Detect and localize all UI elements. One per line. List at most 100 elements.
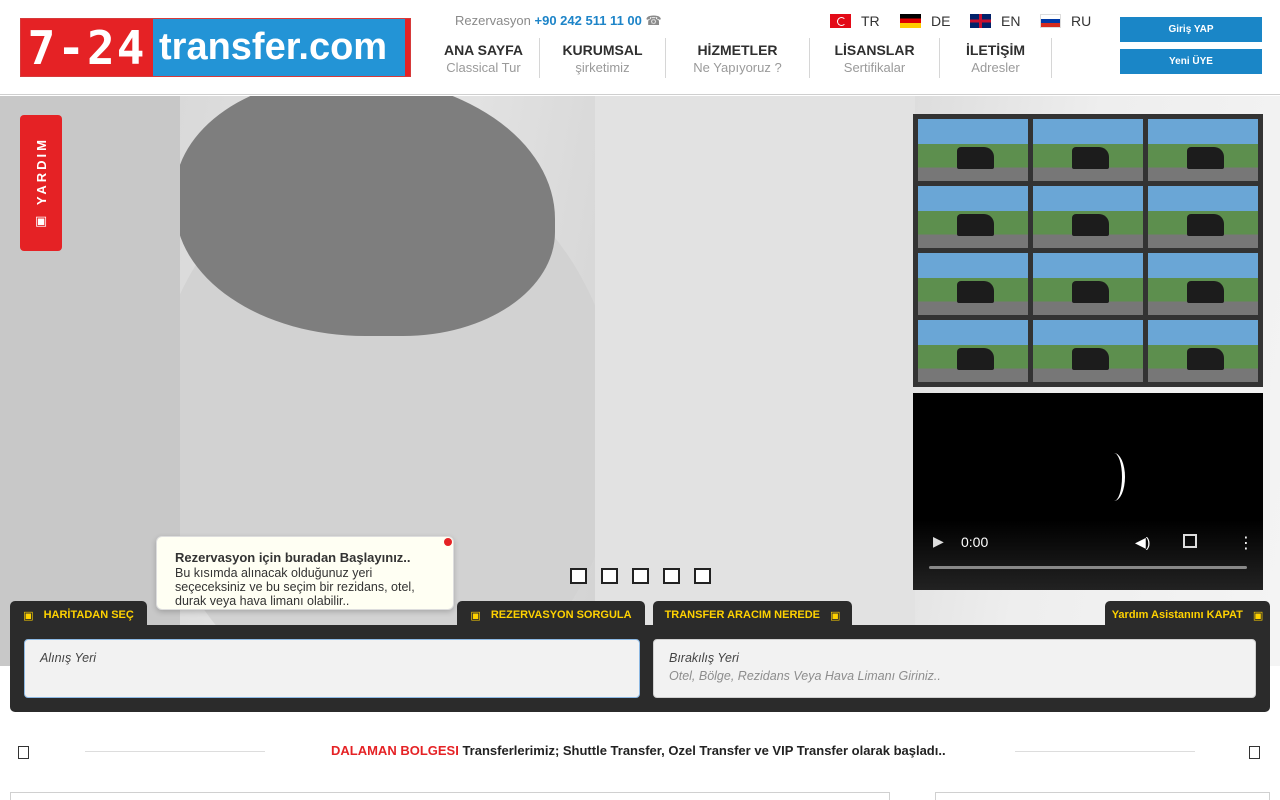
nav-sublabel: Ne Yapıyoruz ? [693, 60, 782, 75]
loading-spinner-icon [1103, 453, 1125, 501]
language-code: EN [1001, 13, 1021, 29]
nav-label: HİZMETLER [697, 42, 778, 58]
video-controls [913, 520, 1263, 590]
content-card [10, 792, 890, 800]
language-code: TR [861, 13, 880, 29]
nav-sublabel: Sertifikalar [843, 60, 906, 75]
nav-label: KURUMSAL [562, 42, 643, 58]
tab-label: HARİTADAN SEÇ [43, 609, 134, 621]
phone-icon: ☎ [645, 13, 662, 28]
more-options-icon[interactable]: ⋮ [1238, 533, 1254, 553]
tab-label: REZERVASYON SORGULA [490, 609, 632, 621]
gallery-thumbnail[interactable] [1033, 253, 1143, 315]
slider-dot[interactable] [663, 568, 680, 584]
language-tr[interactable]: TR [830, 13, 890, 29]
language-ru[interactable]: RU [1040, 13, 1100, 29]
tooltip-title: Rezervasyon için buradan Başlayınız.. [175, 550, 411, 565]
help-icon: ▣ [34, 213, 48, 229]
gallery-thumbnail[interactable] [918, 253, 1028, 315]
gallery-thumbnail[interactable] [918, 119, 1028, 181]
slider-dot[interactable] [570, 568, 587, 584]
language-de[interactable]: DE [900, 13, 960, 29]
site-header: 7-24 transfer.com Rezervasyon +90 242 51… [0, 0, 1280, 95]
gallery-thumbnail[interactable] [1033, 186, 1143, 248]
register-button[interactable]: Yeni ÜYE [1120, 49, 1262, 74]
login-button[interactable]: Giriş YAP [1120, 17, 1262, 42]
gallery-thumbnail[interactable] [1033, 320, 1143, 382]
gallery-thumbnail[interactable] [1148, 119, 1258, 181]
vehicle-gallery [913, 114, 1263, 387]
play-icon[interactable]: ▶ [933, 533, 944, 550]
nav-label: ANA SAYFA [443, 42, 524, 58]
tooltip-body: Bu kısımda alınacak olduğunuz yeri seçec… [175, 566, 415, 608]
reservation-help-tooltip: Rezervasyon için buradan Başlayınız.. Bu… [156, 536, 454, 610]
announcement-row: DALAMAN BOLGESI Transferlerimiz; Shuttle… [0, 732, 1280, 772]
next-announcement-icon[interactable] [1249, 746, 1260, 759]
nav-ana-sayfa[interactable]: ANA SAYFA Classical Tur [428, 38, 540, 78]
nav-sublabel: Classical Tur [446, 60, 521, 75]
announcement-region: DALAMAN BOLGESI [331, 743, 459, 758]
nav-lisanslar[interactable]: LİSANSLAR Sertifikalar [810, 38, 940, 78]
pickup-field[interactable]: Alınış Yeri [24, 639, 640, 698]
slider-dots [570, 568, 711, 584]
slider-dot[interactable] [694, 568, 711, 584]
nav-kurumsal[interactable]: KURUMSAL şirketimiz [540, 38, 666, 78]
map-icon: ▣ [23, 609, 34, 622]
dropoff-placeholder: Otel, Bölge, Rezidans Veya Hava Limanı G… [669, 669, 941, 683]
logo-domain: transfer.com [153, 19, 410, 76]
booking-panel: Alınış Yeri Bırakılış Yeri Otel, Bölge, … [10, 625, 1270, 712]
close-assistant-icon: ▣ [1252, 609, 1264, 622]
reservation-label: Rezervasyon [455, 13, 531, 28]
gallery-thumbnail[interactable] [1148, 186, 1258, 248]
content-card [935, 792, 1270, 800]
video-progress-bar[interactable] [929, 566, 1247, 569]
slider-dot[interactable] [601, 568, 618, 584]
tooltip-close-icon[interactable] [444, 538, 452, 546]
language-selector: TR DE EN RU [830, 13, 1100, 29]
language-code: DE [931, 13, 951, 29]
reservation-phone[interactable]: Rezervasyon +90 242 511 11 00 ☎ [455, 13, 662, 29]
search-icon: ▣ [470, 609, 481, 622]
video-player[interactable]: ▶ 0:00 ◀) ⋮ [913, 393, 1263, 590]
language-en[interactable]: EN [970, 13, 1030, 29]
announcement-message: Transferlerimiz; Shuttle Transfer, Ozel … [458, 743, 946, 758]
booking-bar: Alınış Yeri Bırakılış Yeri Otel, Bölge, … [10, 601, 1270, 712]
announcement-text: DALAMAN BOLGESI Transferlerimiz; Shuttle… [331, 743, 946, 758]
turkey-flag-icon [830, 14, 851, 28]
pickup-label: Alınış Yeri [40, 651, 97, 665]
main-navigation: ANA SAYFA Classical Tur KURUMSAL şirketimi… [428, 38, 1052, 78]
close-assistant-button[interactable]: Yardım Asistanını KAPAT ▣ [1105, 601, 1270, 629]
help-tab[interactable]: YARDIM ▣ [20, 115, 62, 251]
tab-label: TRANSFER ARACIM NEREDE [664, 609, 821, 621]
nav-hizmetler[interactable]: HİZMETLER Ne Yapıyoruz ? [666, 38, 810, 78]
divider-line [85, 751, 265, 752]
tab-select-from-map[interactable]: ▣ HARİTADAN SEÇ [10, 601, 147, 629]
slider-dot[interactable] [632, 568, 649, 584]
nav-sublabel: şirketimiz [575, 60, 630, 75]
tab-reservation-query[interactable]: ▣ REZERVASYON SORGULA [457, 601, 645, 629]
gallery-thumbnail[interactable] [1148, 320, 1258, 382]
gallery-thumbnail[interactable] [918, 320, 1028, 382]
phone-number[interactable]: +90 242 511 11 00 [535, 13, 642, 28]
volume-icon[interactable]: ◀) [1135, 534, 1150, 551]
nav-label: LİSANSLAR [834, 42, 915, 58]
germany-flag-icon [900, 14, 921, 28]
logo-number: 7-24 [21, 19, 153, 76]
gallery-thumbnail[interactable] [1148, 253, 1258, 315]
location-icon: ▣ [830, 609, 841, 622]
gallery-thumbnail[interactable] [1033, 119, 1143, 181]
dropoff-field[interactable]: Bırakılış Yeri Otel, Bölge, Rezidans Vey… [653, 639, 1256, 698]
fullscreen-icon[interactable] [1183, 534, 1197, 548]
help-tab-label: YARDIM [33, 136, 49, 206]
gallery-thumbnail[interactable] [918, 186, 1028, 248]
tab-where-is-my-vehicle[interactable]: TRANSFER ARACIM NEREDE ▣ [653, 601, 852, 629]
previous-announcement-icon[interactable] [18, 746, 29, 759]
nav-iletisim[interactable]: İLETİŞİM Adresler [940, 38, 1052, 78]
uk-flag-icon [970, 14, 991, 28]
tab-label: Yardım Asistanını KAPAT [1111, 609, 1243, 621]
dropoff-label: Bırakılış Yeri [669, 651, 739, 665]
site-logo[interactable]: 7-24 transfer.com [20, 18, 411, 77]
video-time: 0:00 [961, 534, 989, 550]
language-code: RU [1071, 13, 1092, 29]
nav-label: İLETİŞİM [965, 42, 1026, 58]
